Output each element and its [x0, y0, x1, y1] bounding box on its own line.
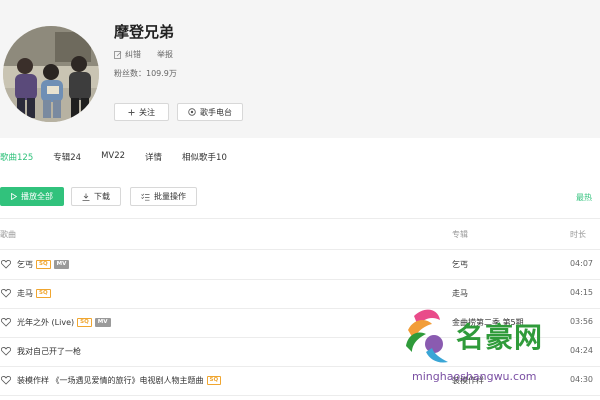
- plus-icon: [128, 109, 135, 115]
- watermark-url: minghaoshangwu.com: [412, 370, 537, 383]
- song-row[interactable]: 乞丐 SQ MV 乞丐 04:07: [0, 250, 600, 279]
- report-link[interactable]: 举报: [157, 49, 173, 60]
- sort-hot-link[interactable]: 最热: [576, 192, 592, 203]
- tab-songs[interactable]: 歌曲125: [0, 151, 33, 167]
- mv-badge[interactable]: MV: [94, 318, 111, 327]
- follow-label: 关注: [139, 107, 155, 117]
- batch-operation-label: 批量操作: [154, 192, 186, 201]
- follow-button[interactable]: 关注: [114, 103, 169, 121]
- fans-count: 粉丝数：109.9万: [114, 69, 177, 78]
- song-toolbar: 播放全部 下载 批量操作 最热: [0, 187, 600, 207]
- column-header-album: 专辑: [452, 230, 468, 239]
- correct-link[interactable]: 纠错: [114, 49, 141, 60]
- column-header-song: 歌曲: [0, 230, 16, 239]
- song-title-text: 走马: [17, 289, 33, 298]
- song-title[interactable]: 走马 SQ: [17, 288, 51, 299]
- play-all-label: 播放全部: [21, 192, 53, 201]
- song-duration: 04:07: [569, 259, 593, 268]
- artist-meta-row: 纠错 举报: [114, 49, 173, 60]
- song-album[interactable]: 走马: [452, 288, 468, 299]
- correct-label: 纠错: [125, 50, 141, 59]
- artist-tabs: 歌曲125 专辑24 MV22 详情 相似歌手10: [0, 151, 247, 167]
- song-title[interactable]: 乞丐 SQ MV: [17, 259, 70, 270]
- sq-badge: SQ: [206, 376, 222, 385]
- artist-header: 摩登兄弟 纠错 举报 粉丝数：109.9万 关注 歌手电台: [0, 0, 600, 138]
- tab-details[interactable]: 详情: [145, 151, 162, 167]
- edit-icon: [114, 50, 122, 59]
- heart-icon[interactable]: [1, 317, 11, 327]
- song-title-text: 光年之外 (Live): [17, 318, 75, 327]
- song-album[interactable]: 乞丐: [452, 259, 468, 270]
- download-button[interactable]: 下载: [71, 187, 121, 206]
- artist-radio-button[interactable]: 歌手电台: [177, 103, 243, 121]
- checklist-icon: [141, 193, 150, 201]
- batch-operation-button[interactable]: 批量操作: [130, 187, 197, 206]
- song-title-text: 乞丐: [17, 260, 33, 269]
- sq-badge: SQ: [36, 260, 51, 269]
- heart-icon[interactable]: [1, 375, 11, 385]
- song-row[interactable]: 走马 SQ 走马 04:15: [0, 279, 600, 308]
- song-title[interactable]: 装模作样 《一场遇见爱情的旅行》电视剧人物主题曲 SQ: [17, 375, 222, 386]
- tab-mv[interactable]: MV22: [101, 151, 125, 167]
- song-title[interactable]: 我对自己开了一枪: [17, 346, 81, 357]
- artist-name: 摩登兄弟: [114, 23, 175, 41]
- song-title[interactable]: 光年之外 (Live) SQ MV: [17, 317, 111, 328]
- watermark-logo: [406, 309, 448, 363]
- heart-icon[interactable]: [1, 288, 11, 298]
- heart-icon[interactable]: [1, 346, 11, 356]
- play-all-button[interactable]: 播放全部: [0, 187, 64, 206]
- download-label: 下载: [94, 192, 110, 201]
- watermark-text: 名豪网: [456, 321, 544, 354]
- song-title-text: 我对自己开了一枪: [17, 347, 81, 356]
- artist-action-buttons: 关注 歌手电台: [114, 103, 243, 121]
- heart-icon[interactable]: [1, 259, 11, 269]
- table-top-divider: [0, 218, 600, 219]
- watermark: 名豪网 minghaoshangwu.com: [404, 306, 598, 398]
- download-icon: [82, 193, 90, 201]
- artist-radio-label: 歌手电台: [200, 107, 232, 117]
- song-duration: 04:15: [569, 288, 593, 297]
- sq-badge: SQ: [36, 289, 51, 298]
- column-header-duration: 时长: [570, 230, 586, 239]
- mv-badge[interactable]: MV: [53, 260, 70, 269]
- artist-photo: [3, 26, 99, 122]
- song-title-text: 装模作样 《一场遇见爱情的旅行》电视剧人物主题曲: [17, 376, 204, 385]
- radio-icon: [188, 108, 196, 116]
- play-icon: [11, 193, 17, 200]
- tab-similar-artists[interactable]: 相似歌手10: [182, 151, 227, 167]
- sq-badge: SQ: [77, 318, 92, 327]
- artist-avatar[interactable]: [3, 26, 99, 122]
- tab-albums[interactable]: 专辑24: [53, 151, 81, 167]
- report-label: 举报: [157, 50, 173, 59]
